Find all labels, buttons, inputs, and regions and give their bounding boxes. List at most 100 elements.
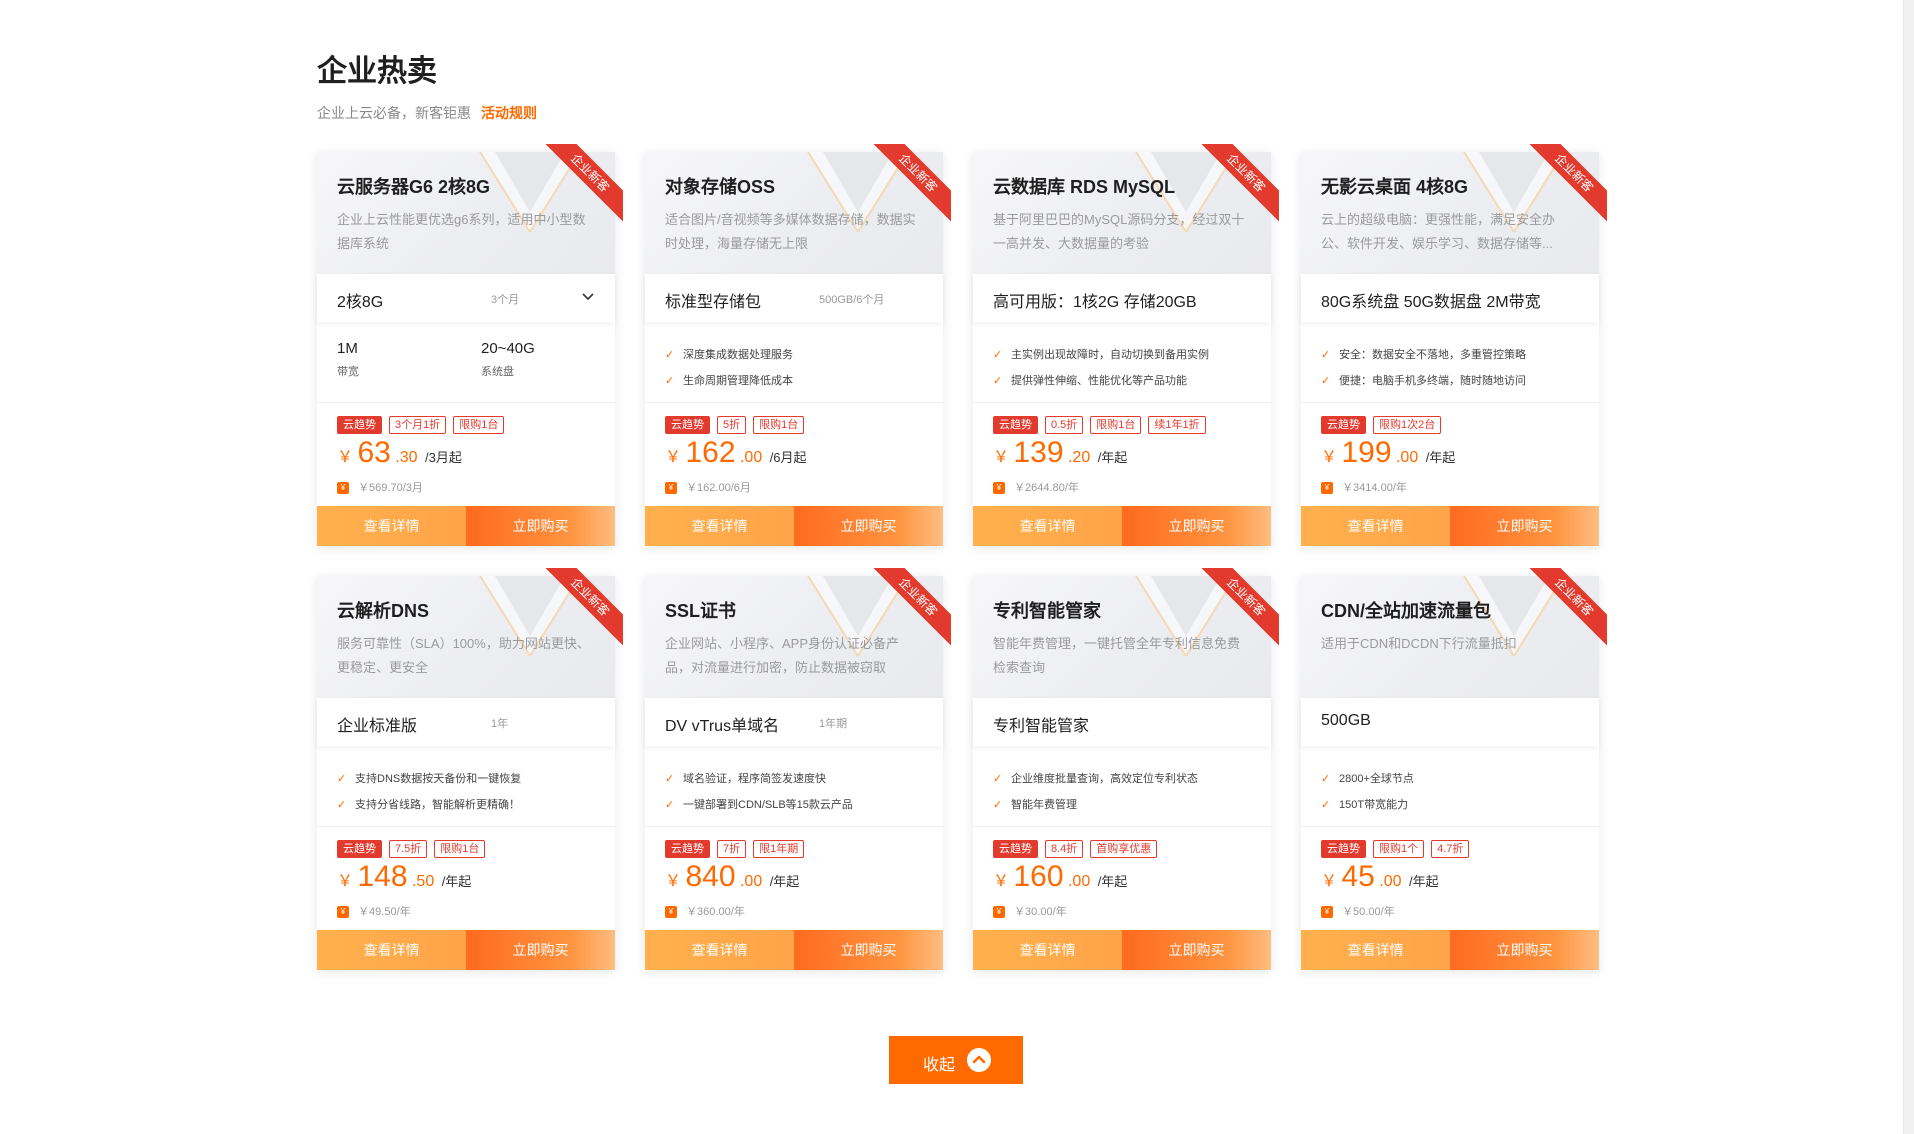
check-icon: ✓ xyxy=(1321,349,1331,361)
product-card-4: 无影云桌面 4核8G 云上的超级电脑：更强性能，满足安全办公、软件开发、娱乐学习… xyxy=(1301,144,1607,546)
spec-value: DV vTrus单域名 xyxy=(665,718,780,735)
buy-now-button[interactable]: 立即购买 xyxy=(466,506,615,546)
price-unit: /年起 xyxy=(1097,450,1128,465)
price-decimal: .20 xyxy=(1067,449,1091,466)
view-details-button[interactable]: 查看详情 xyxy=(317,506,466,546)
spec-value: 高可用版：1核2G 存储20GB xyxy=(993,294,1197,311)
enterprise-new-customer-ribbon: 企业新客 xyxy=(861,568,951,658)
original-price: ¥ ￥30.00/年 xyxy=(993,903,1067,919)
enterprise-new-customer-ribbon: 企业新客 xyxy=(1189,144,1279,234)
promo-tags: 云趋势 限购1次2台 xyxy=(1321,416,1448,434)
buy-now-button[interactable]: 立即购买 xyxy=(1122,930,1271,970)
promo-tag: 7.5折 xyxy=(389,840,428,858)
feature-list: ✓ 2800+全球节点 ✓ 150T带宽能力 xyxy=(1321,766,1414,818)
card-title: 无影云桌面 4核8G xyxy=(1321,177,1469,197)
feature-text: 150T带宽能力 xyxy=(1339,799,1409,811)
spec-value: 标准型存储包 xyxy=(665,294,762,311)
view-details-button[interactable]: 查看详情 xyxy=(973,506,1122,546)
promo-tag: 首购享优惠 xyxy=(1090,840,1158,858)
feature-item: ✓ 150T带宽能力 xyxy=(1321,792,1414,818)
spec-duration: 1年期 xyxy=(819,718,848,730)
buy-now-button[interactable]: 立即购买 xyxy=(794,506,943,546)
spec-selector[interactable]: 专利智能管家 xyxy=(973,698,1271,746)
promo-tag: 限购1台 xyxy=(753,416,805,434)
spec-selector[interactable]: 2核8G 3个月 xyxy=(317,274,615,322)
price-unit: /年起 xyxy=(1409,874,1439,889)
chevron-down-icon[interactable] xyxy=(581,290,595,304)
price-integer: 160 xyxy=(1013,860,1064,893)
price-decimal: .00 xyxy=(739,873,763,890)
price: ￥ 840 .00 /年起 xyxy=(665,860,799,894)
spec-selector[interactable]: 500GB xyxy=(1301,698,1599,746)
page-scrollbar[interactable] xyxy=(1903,0,1914,1134)
price-unit: /年起 xyxy=(1097,874,1128,889)
feature-text: 生命周期管理降低成本 xyxy=(683,375,793,387)
activity-rules-link[interactable]: 活动规则 xyxy=(481,105,537,121)
buy-now-button[interactable]: 立即购买 xyxy=(1450,506,1599,546)
currency-symbol: ￥ xyxy=(993,449,1010,466)
original-price-text: ￥569.70/3月 xyxy=(358,482,423,494)
promo-tag: 4.7折 xyxy=(1431,840,1470,858)
price-unit: /年起 xyxy=(769,874,800,889)
feature-list: ✓ 主实例出现故障时，自动切换到备用实例 ✓ 提供弹性伸缩、性能优化等产品功能 xyxy=(993,342,1209,394)
original-price-text: ￥3414.00/年 xyxy=(1342,482,1407,494)
promo-tag: 限1年期 xyxy=(753,840,805,858)
spec-value: 500GB xyxy=(1321,712,1371,729)
feature-text: 2800+全球节点 xyxy=(1339,773,1414,785)
product-card-5: 云解析DNS 服务可靠性（SLA）100%，助力网站更快、更稳定、更安全 企业新… xyxy=(317,568,623,970)
view-details-button[interactable]: 查看详情 xyxy=(645,930,794,970)
spec-selector[interactable]: 80G系统盘 50G数据盘 2M带宽 xyxy=(1301,274,1599,322)
promo-tag: 续1年1折 xyxy=(1148,416,1206,434)
original-price-text: ￥30.00/年 xyxy=(1014,906,1067,918)
buy-now-button[interactable]: 立即购买 xyxy=(1450,930,1599,970)
coupon-icon: ¥ xyxy=(1321,482,1333,495)
feature-text: 便捷：电脑手机多终端，随时随地访问 xyxy=(1339,375,1526,387)
collapse-button[interactable]: 收起 xyxy=(889,1036,1023,1084)
page-subtitle: 企业上云必备，新客钜惠 活动规则 xyxy=(317,103,537,123)
feature-list: ✓ 支持DNS数据按天备份和一键恢复 ✓ 支持分省线路，智能解析更精确！ xyxy=(337,766,521,818)
metric-label: 系统盘 xyxy=(481,366,514,378)
card-body: ✓ 深度集成数据处理服务 ✓ 生命周期管理降低成本 xyxy=(645,322,943,403)
original-price: ¥ ￥3414.00/年 xyxy=(1321,479,1407,495)
price-integer: 162 xyxy=(685,436,736,469)
spec-selector[interactable]: DV vTrus单域名 1年期 xyxy=(645,698,943,746)
feature-item: ✓ 智能年费管理 xyxy=(993,792,1198,818)
card-body: ✓ 主实例出现故障时，自动切换到备用实例 ✓ 提供弹性伸缩、性能优化等产品功能 xyxy=(973,322,1271,403)
feature-text: 支持分省线路，智能解析更精确！ xyxy=(355,799,520,811)
card-title: SSL证书 xyxy=(665,601,737,621)
view-details-button[interactable]: 查看详情 xyxy=(317,930,466,970)
spec-selector[interactable]: 企业标准版 1年 xyxy=(317,698,615,746)
enterprise-new-customer-ribbon: 企业新客 xyxy=(533,144,623,234)
price-decimal: .00 xyxy=(739,449,763,466)
currency-symbol: ￥ xyxy=(1321,873,1338,890)
spec-value: 企业标准版 xyxy=(337,718,418,735)
spec-selector[interactable]: 高可用版：1核2G 存储20GB xyxy=(973,274,1271,322)
view-details-button[interactable]: 查看详情 xyxy=(973,930,1122,970)
card-actions: 查看详情 立即购买 xyxy=(317,930,615,970)
card-actions: 查看详情 立即购买 xyxy=(645,506,943,546)
buy-now-button[interactable]: 立即购买 xyxy=(794,930,943,970)
view-details-button[interactable]: 查看详情 xyxy=(645,506,794,546)
check-icon: ✓ xyxy=(665,799,675,811)
view-details-button[interactable]: 查看详情 xyxy=(1301,930,1450,970)
coupon-icon: ¥ xyxy=(993,482,1005,495)
price-decimal: .50 xyxy=(411,873,435,890)
original-price: ¥ ￥2644.80/年 xyxy=(993,479,1079,495)
feature-text: 域名验证，程序简签发速度快 xyxy=(683,773,826,785)
check-icon: ✓ xyxy=(665,773,675,785)
enterprise-new-customer-ribbon: 企业新客 xyxy=(1517,568,1607,658)
original-price: ¥ ￥50.00/年 xyxy=(1321,903,1395,919)
metric-value: 1M xyxy=(337,340,358,357)
check-icon: ✓ xyxy=(993,799,1003,811)
original-price: ¥ ￥49.50/年 xyxy=(337,903,411,919)
view-details-button[interactable]: 查看详情 xyxy=(1301,506,1450,546)
spec-duration: 1年 xyxy=(491,718,509,730)
promo-tag: 限购1台 xyxy=(1090,416,1142,434)
buy-now-button[interactable]: 立即购买 xyxy=(466,930,615,970)
cloud-trend-badge: 云趋势 xyxy=(993,416,1038,434)
buy-now-button[interactable]: 立即购买 xyxy=(1122,506,1271,546)
spec-selector[interactable]: 标准型存储包 500GB/6个月 xyxy=(645,274,943,322)
promo-tags: 云趋势 0.5折 限购1台 续1年1折 xyxy=(993,416,1213,434)
feature-text: 安全：数据安全不落地，多重管控策略 xyxy=(1339,349,1526,361)
product-card-2: 对象存储OSS 适合图片/音视频等多媒体数据存储，数据实时处理，海量存储无上限 … xyxy=(645,144,951,546)
